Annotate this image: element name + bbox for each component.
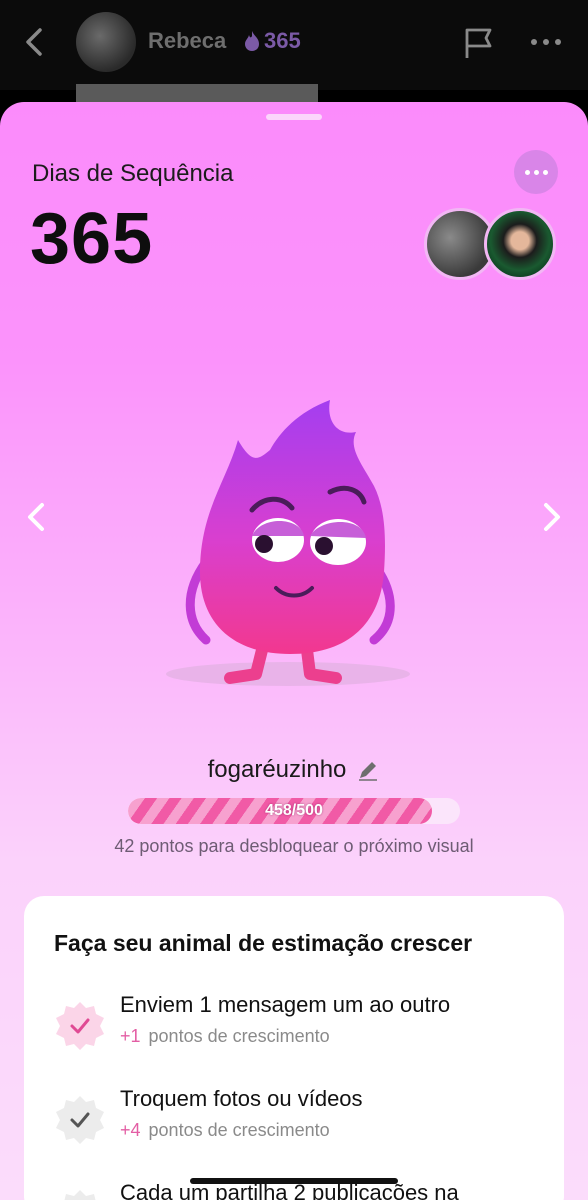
- streak-badge[interactable]: 365: [242, 28, 301, 54]
- check-icon: [64, 1190, 96, 1200]
- home-indicator[interactable]: [190, 1178, 398, 1184]
- unlock-hint: 42 pontos para desbloquear o próximo vis…: [114, 836, 474, 856]
- task-item[interactable]: Troquem fotos ou vídeos +4 pontos de cres…: [54, 1086, 554, 1156]
- task-title: Enviem 1 mensagem um ao outro: [120, 992, 451, 1017]
- pet-name: fogaréuzinho: [207, 756, 347, 783]
- back-icon[interactable]: [20, 26, 50, 58]
- streak-sheet: Dias de Sequência 365 fogaréuzinho 458/5…: [0, 102, 588, 1200]
- sheet-grabber[interactable]: [266, 114, 322, 120]
- task-subtitle: +1 pontos de crescimento: [120, 1026, 330, 1046]
- chat-header: Rebeca 365: [0, 0, 588, 90]
- sheet-title: Dias de Sequência: [32, 160, 234, 187]
- flame-mascot: [166, 400, 410, 686]
- avatar: [484, 208, 556, 280]
- task-item[interactable]: Enviem 1 mensagem um ao outro +1 pontos d…: [54, 992, 554, 1062]
- flag-icon[interactable]: [462, 26, 496, 60]
- streak-count: 365: [264, 28, 301, 53]
- task-subtitle: +4 pontos de crescimento: [120, 1120, 330, 1140]
- card-title: Faça seu animal de estimação crescer: [54, 930, 473, 956]
- more-icon[interactable]: [528, 30, 564, 54]
- task-title: Troquem fotos ou vídeos: [120, 1086, 363, 1111]
- grow-pet-card: Faça seu animal de estimação crescer Env…: [24, 896, 564, 1200]
- progress-label: 458/500: [265, 802, 323, 819]
- pet-name-row: fogaréuzinho: [0, 756, 588, 784]
- streak-count-large: 365: [30, 199, 154, 279]
- pencil-icon[interactable]: [356, 758, 380, 782]
- avatar[interactable]: [76, 12, 136, 72]
- check-icon: [56, 1002, 104, 1050]
- chevron-left-icon[interactable]: [22, 500, 50, 534]
- chevron-right-icon[interactable]: [538, 500, 566, 534]
- check-icon: [56, 1096, 104, 1144]
- fire-icon: [245, 31, 259, 51]
- contact-name[interactable]: Rebeca: [148, 28, 226, 54]
- growth-progress-bar: 458/500: [128, 798, 460, 824]
- sheet-more-button[interactable]: [514, 150, 558, 194]
